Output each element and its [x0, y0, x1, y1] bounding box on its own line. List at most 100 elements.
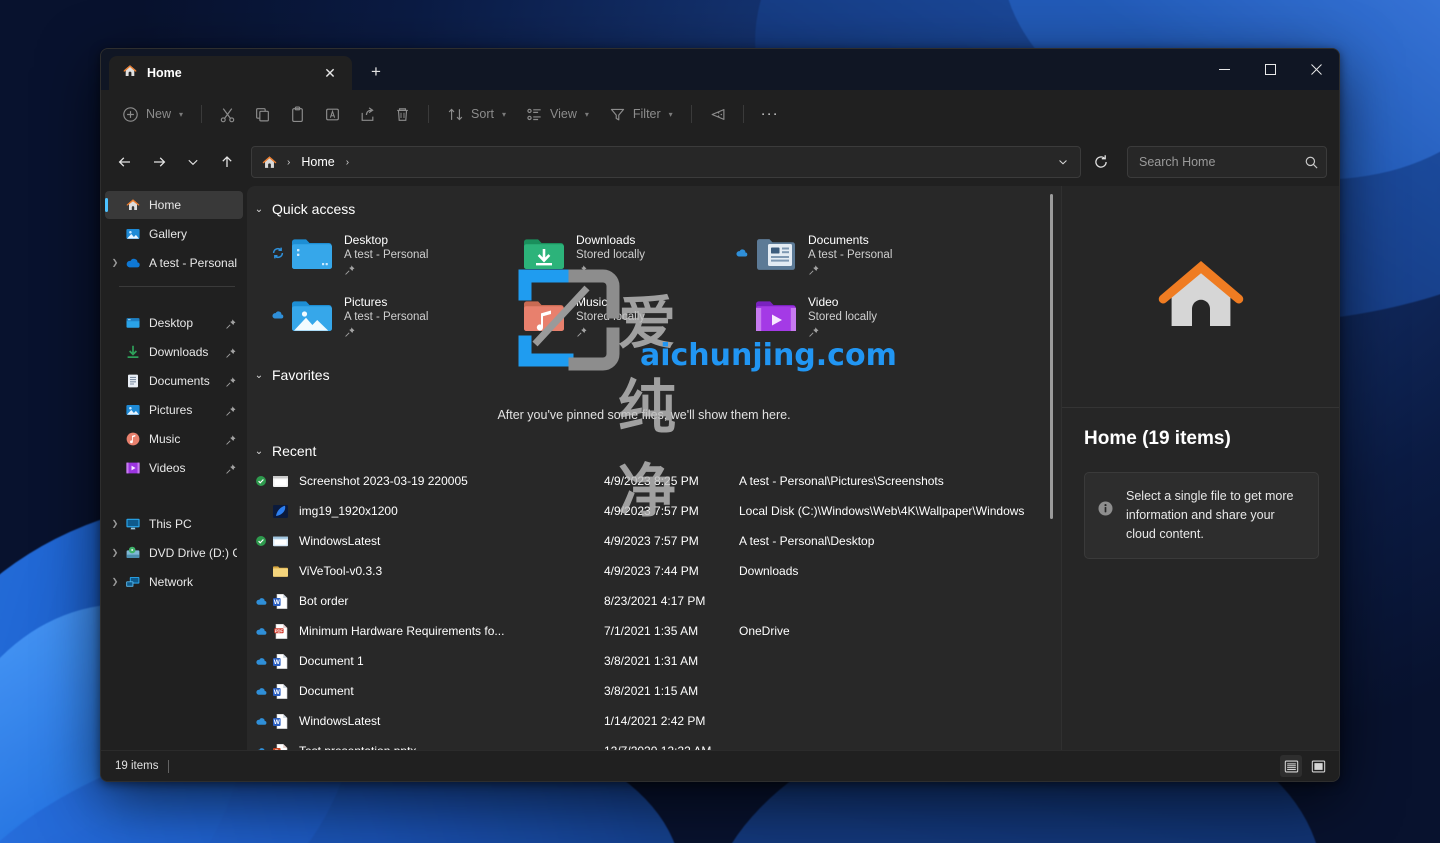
refresh-button[interactable] — [1085, 146, 1117, 178]
view-button[interactable]: View ▾ — [517, 98, 598, 130]
cut-button[interactable] — [211, 98, 244, 130]
table-row[interactable]: Screenshot 2023-03-19 220005 4/9/2023 8:… — [251, 466, 1061, 496]
table-row[interactable]: W Document 1 3/8/2021 1:31 AM — [251, 646, 1061, 676]
group-header-quick-access[interactable]: ⌄ Quick access — [247, 196, 1061, 222]
chevron-down-icon[interactable]: ⌄ — [253, 446, 265, 457]
large-icons-view-button[interactable] — [1307, 755, 1329, 777]
pin-icon[interactable] — [344, 325, 356, 342]
sidebar-item-videos[interactable]: Videos — [105, 454, 243, 482]
chevron-down-icon[interactable]: ⌄ — [253, 204, 265, 215]
pin-icon[interactable] — [225, 317, 237, 329]
file-date: 8/23/2021 4:17 PM — [604, 594, 706, 608]
more-options-button[interactable]: ··· — [753, 98, 787, 130]
sidebar-item-label: This PC — [149, 517, 192, 531]
search-icon[interactable] — [1302, 153, 1320, 171]
chevron-down-icon[interactable]: ⌄ — [253, 370, 265, 381]
pin-icon[interactable] — [344, 263, 356, 280]
group-header-recent[interactable]: ⌄ Recent — [247, 438, 1061, 464]
details-pane-button[interactable] — [701, 98, 734, 130]
back-button[interactable] — [109, 146, 141, 178]
recent-locations-button[interactable] — [177, 146, 209, 178]
sidebar-item-pictures[interactable]: Pictures — [105, 396, 243, 424]
chevron-right-icon[interactable]: ❯ — [105, 578, 125, 586]
table-row[interactable]: WindowsLatest 4/9/2023 7:57 PM A test - … — [251, 526, 1061, 556]
sidebar-item-label: Desktop — [149, 316, 194, 330]
chevron-right-icon[interactable]: ❯ — [105, 549, 125, 557]
chevron-right-icon[interactable]: ❯ — [105, 520, 125, 528]
pin-icon[interactable] — [576, 263, 588, 280]
table-row[interactable]: P Test presentation.pptx 12/7/2020 12:22… — [251, 736, 1061, 750]
quick-access-tile-desktop[interactable]: Desktop A test - Personal — [265, 226, 497, 288]
quick-access-tile-video[interactable]: Video Stored locally — [729, 288, 961, 350]
pin-icon[interactable] — [225, 404, 237, 416]
sidebar-item-onedrive[interactable]: ❯ A test - Personal — [105, 249, 243, 277]
sidebar-item-network[interactable]: ❯ Network — [105, 568, 243, 596]
details-view-button[interactable] — [1280, 755, 1302, 777]
close-icon[interactable]: ✕ — [318, 61, 342, 85]
close-window-button[interactable] — [1293, 49, 1339, 90]
tile-subtitle: Stored locally — [576, 311, 646, 323]
pin-icon[interactable] — [225, 462, 237, 474]
delete-button[interactable] — [386, 98, 419, 130]
pin-icon[interactable] — [808, 263, 820, 280]
breadcrumb-segment-home[interactable]: Home — [295, 152, 340, 172]
onedrive-icon — [125, 255, 141, 271]
table-row[interactable]: W WindowsLatest 1/14/2021 2:42 PM — [251, 706, 1061, 736]
sidebar-item-dvd-drive[interactable]: ❯ DVD Drive (D:) CCC — [105, 539, 243, 567]
quick-access-tile-music[interactable]: Music Stored locally — [497, 288, 729, 350]
rename-button[interactable] — [316, 98, 349, 130]
copy-button[interactable] — [246, 98, 279, 130]
info-text: Select a single file to get more informa… — [1126, 489, 1294, 541]
sidebar-item-music[interactable]: Music — [105, 425, 243, 453]
pin-icon[interactable] — [576, 325, 588, 342]
previous-locations-button[interactable] — [1050, 149, 1076, 175]
group-title: Favorites — [272, 367, 330, 383]
scrollbar-thumb[interactable] — [1050, 194, 1053, 519]
new-label: New — [146, 107, 172, 121]
sidebar-item-gallery[interactable]: Gallery — [105, 220, 243, 248]
quick-access-tile-pictures[interactable]: Pictures A test - Personal — [265, 288, 497, 350]
filter-button[interactable]: Filter ▾ — [600, 98, 682, 130]
breadcrumb-separator-2[interactable]: › — [343, 157, 352, 168]
sidebar-item-home[interactable]: Home — [105, 191, 243, 219]
up-button[interactable] — [211, 146, 243, 178]
table-row[interactable]: ViVeTool-v0.3.3 4/9/2023 7:44 PM Downloa… — [251, 556, 1061, 586]
table-row[interactable]: PDF Minimum Hardware Requirements fo... … — [251, 616, 1061, 646]
sidebar-item-desktop[interactable]: Desktop — [105, 309, 243, 337]
sidebar-item-label: Gallery — [149, 227, 188, 241]
search-input[interactable] — [1139, 155, 1302, 169]
new-button[interactable]: New ▾ — [113, 98, 192, 130]
sync-icon — [271, 246, 286, 265]
table-row[interactable]: img19_1920x1200 4/9/2023 7:57 PM Local D… — [251, 496, 1061, 526]
window-controls — [1201, 49, 1339, 90]
pin-icon[interactable] — [225, 433, 237, 445]
search-box[interactable] — [1127, 146, 1327, 178]
chevron-right-icon[interactable]: ❯ — [105, 259, 125, 267]
pin-icon[interactable] — [225, 375, 237, 387]
forward-button[interactable] — [143, 146, 175, 178]
quick-access-tile-documents[interactable]: Documents A test - Personal — [729, 226, 961, 288]
pin-icon[interactable] — [808, 325, 820, 342]
group-header-favorites[interactable]: ⌄ Favorites — [247, 362, 1061, 388]
vertical-scrollbar[interactable] — [1045, 192, 1057, 744]
new-tab-button[interactable]: + — [361, 57, 391, 87]
sort-button[interactable]: Sort ▾ — [438, 98, 515, 130]
paste-button[interactable] — [281, 98, 314, 130]
sidebar-item-this-pc[interactable]: ❯ This PC — [105, 510, 243, 538]
breadcrumb[interactable]: › Home › — [251, 146, 1081, 178]
table-row[interactable]: W Bot order 8/23/2021 4:17 PM — [251, 586, 1061, 616]
details-pane-icon — [711, 108, 725, 120]
table-row[interactable]: W Document 3/8/2021 1:15 AM — [251, 676, 1061, 706]
tab-home[interactable]: Home ✕ — [109, 56, 352, 90]
minimize-button[interactable] — [1201, 49, 1247, 90]
maximize-button[interactable] — [1247, 49, 1293, 90]
sidebar-item-downloads[interactable]: Downloads — [105, 338, 243, 366]
pin-icon[interactable] — [225, 346, 237, 358]
clipboard-icon — [292, 105, 303, 122]
file-name: img19_1920x1200 — [299, 504, 398, 518]
quick-access-tile-downloads[interactable]: Downloads Stored locally — [497, 226, 729, 288]
sidebar-item-documents[interactable]: Documents — [105, 367, 243, 395]
share-button[interactable] — [351, 98, 384, 130]
sidebar-item-label: Network — [149, 575, 194, 589]
tile-subtitle: Stored locally — [576, 249, 646, 261]
